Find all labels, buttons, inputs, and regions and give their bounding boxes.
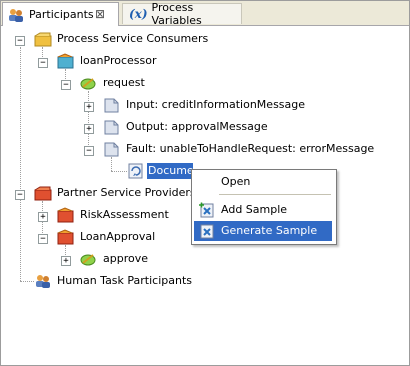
expand-toggle[interactable]: + — [61, 256, 71, 266]
collapse-toggle[interactable]: − — [38, 234, 48, 244]
tab-bar: Participants ⊠ (x) Process Variables — [1, 1, 409, 27]
menu-item-generate-sample-label: Generate Sample — [221, 224, 318, 237]
menu-item-open-label: Open — [221, 175, 251, 188]
expand-toggle[interactable]: + — [38, 212, 48, 222]
tree-item-approve[interactable]: approve — [102, 251, 149, 267]
close-icon[interactable]: ⊠ — [95, 7, 105, 21]
tree-item-request[interactable]: request — [102, 75, 146, 91]
tree-item-loan-approval[interactable]: LoanApproval — [79, 229, 156, 245]
collapse-toggle[interactable]: − — [84, 146, 94, 156]
expand-toggle[interactable]: + — [84, 102, 94, 112]
message-icon — [104, 142, 119, 157]
context-menu: Open Add Sample Generate Sample — [191, 169, 337, 245]
tab-participants[interactable]: Participants ⊠ — [2, 2, 119, 26]
collapse-toggle[interactable]: − — [15, 36, 25, 46]
menu-item-add-sample-label: Add Sample — [221, 203, 288, 216]
loan-processor-icon — [57, 53, 74, 69]
tree-item-human-task[interactable]: Human Task Participants — [56, 273, 193, 289]
tree-line — [20, 47, 21, 281]
tree-line — [20, 281, 34, 282]
message-icon — [104, 120, 119, 135]
tab-process-variables-label: Process Variables — [151, 1, 202, 27]
message-icon — [104, 98, 119, 113]
tree-item-risk-assessment[interactable]: RiskAssessment — [79, 207, 170, 223]
tree-item-consumers[interactable]: Process Service Consumers — [56, 31, 209, 47]
menu-item-generate-sample[interactable]: Generate Sample — [194, 221, 332, 241]
collapse-toggle[interactable]: − — [38, 58, 48, 68]
menu-separator — [219, 194, 331, 195]
tree-item-output[interactable]: Output: approvalMessage — [125, 119, 269, 135]
variables-icon: (x) — [129, 7, 148, 21]
consumers-folder-icon — [34, 32, 52, 47]
menu-item-add-sample[interactable]: Add Sample — [194, 200, 332, 220]
providers-folder-icon — [34, 186, 52, 201]
tree-item-providers[interactable]: Partner Service Providers — [56, 185, 197, 201]
operation-icon — [80, 254, 96, 266]
collapse-toggle[interactable]: − — [15, 190, 25, 200]
add-sample-icon — [199, 202, 214, 218]
tree-line — [111, 157, 112, 171]
participants-view: Participants ⊠ (x) Process Variables − P… — [0, 0, 410, 366]
risk-assessment-icon — [57, 207, 74, 223]
tab-participants-label: Participants — [29, 8, 94, 21]
menu-item-open[interactable]: Open — [194, 172, 332, 192]
operation-icon — [80, 78, 96, 90]
tab-process-variables[interactable]: (x) Process Variables — [122, 1, 242, 27]
tree-line — [88, 91, 89, 149]
collapse-toggle[interactable]: − — [61, 80, 71, 90]
participants-icon — [9, 8, 23, 22]
tree-line — [111, 171, 127, 172]
tree-item-input[interactable]: Input: creditInformationMessage — [125, 97, 306, 113]
tree-item-loan-processor[interactable]: loanProcessor — [79, 53, 157, 69]
expand-toggle[interactable]: + — [84, 124, 94, 134]
document-icon — [128, 163, 143, 179]
human-task-icon — [36, 275, 50, 288]
loan-approval-icon — [57, 229, 74, 245]
tree-item-fault[interactable]: Fault: unableToHandleRequest: errorMessa… — [125, 141, 375, 157]
tree-item-document[interactable]: Documen — [147, 163, 193, 179]
generate-sample-icon — [200, 224, 214, 239]
